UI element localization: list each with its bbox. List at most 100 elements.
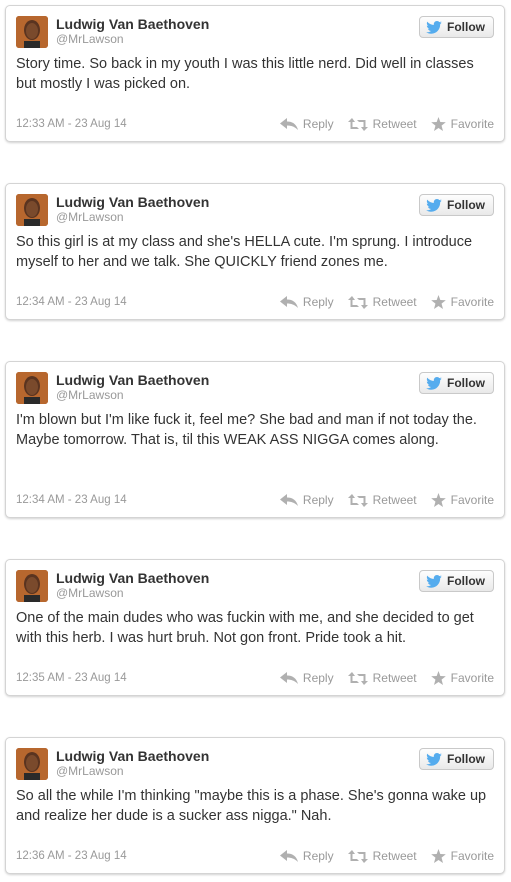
favorite-label: Favorite — [450, 493, 494, 507]
favorite-button[interactable]: Favorite — [430, 117, 494, 131]
display-name[interactable]: Ludwig Van Baethoven — [56, 570, 209, 586]
display-name[interactable]: Ludwig Van Baethoven — [56, 372, 209, 388]
tweet-text: Story time. So back in my youth I was th… — [16, 56, 474, 92]
timestamp[interactable]: 12:35 AM - 23 Aug 14 — [16, 672, 127, 684]
favorite-button[interactable]: Favorite — [430, 493, 494, 507]
display-name[interactable]: Ludwig Van Baethoven — [56, 16, 209, 32]
follow-label: Follow — [447, 574, 485, 588]
favorite-label: Favorite — [450, 295, 494, 309]
star-icon — [430, 295, 446, 309]
favorite-button[interactable]: Favorite — [430, 295, 494, 309]
follow-button[interactable]: Follow — [419, 372, 494, 394]
user-names: Ludwig Van Baethoven @MrLawson — [56, 570, 209, 600]
reply-button[interactable]: Reply — [279, 295, 334, 309]
tweet-footer: 12:33 AM - 23 Aug 14 Reply Retweet Favor… — [16, 117, 494, 133]
avatar[interactable] — [16, 748, 48, 780]
star-icon — [430, 671, 446, 685]
reply-button[interactable]: Reply — [279, 849, 334, 863]
tweet-card: Ludwig Van Baethoven @MrLawson Follow So… — [5, 737, 505, 874]
retweet-label: Retweet — [372, 295, 417, 309]
twitter-bird-icon — [426, 20, 442, 34]
retweet-icon — [347, 671, 368, 685]
follow-button[interactable]: Follow — [419, 570, 494, 592]
tweet-card: Ludwig Van Baethoven @MrLawson Follow I'… — [5, 361, 505, 518]
star-icon — [430, 493, 446, 507]
tweet-feed: Ludwig Van Baethoven @MrLawson Follow St… — [0, 0, 511, 882]
user-names: Ludwig Van Baethoven @MrLawson — [56, 372, 209, 402]
tweet-footer: 12:34 AM - 23 Aug 14 Reply Retweet Favor… — [16, 493, 494, 509]
reply-label: Reply — [302, 117, 334, 131]
avatar[interactable] — [16, 372, 48, 404]
tweet-card: Ludwig Van Baethoven @MrLawson Follow On… — [5, 559, 505, 696]
tweet-actions: Reply Retweet Favorite — [266, 295, 494, 309]
timestamp[interactable]: 12:36 AM - 23 Aug 14 — [16, 850, 127, 862]
tweet-actions: Reply Retweet Favorite — [266, 671, 494, 685]
tweet-actions: Reply Retweet Favorite — [266, 117, 494, 131]
retweet-icon — [347, 117, 368, 131]
follow-label: Follow — [447, 20, 485, 34]
twitter-bird-icon — [426, 752, 442, 766]
twitter-bird-icon — [426, 376, 442, 390]
favorite-label: Favorite — [450, 849, 494, 863]
tweet-header: Ludwig Van Baethoven @MrLawson Follow — [16, 16, 494, 50]
reply-button[interactable]: Reply — [279, 117, 334, 131]
twitter-bird-icon — [426, 574, 442, 588]
tweet-header: Ludwig Van Baethoven @MrLawson Follow — [16, 372, 494, 406]
reply-arrow-icon — [279, 494, 298, 506]
tweet-footer: 12:36 AM - 23 Aug 14 Reply Retweet Favor… — [16, 849, 494, 865]
reply-label: Reply — [302, 493, 334, 507]
follow-label: Follow — [447, 198, 485, 212]
reply-arrow-icon — [279, 296, 298, 308]
favorite-button[interactable]: Favorite — [430, 849, 494, 863]
reply-arrow-icon — [279, 118, 298, 130]
tweet-text: So this girl is at my class and she's HE… — [16, 234, 473, 270]
favorite-button[interactable]: Favorite — [430, 671, 494, 685]
user-handle[interactable]: @MrLawson — [56, 210, 209, 224]
tweet-card: Ludwig Van Baethoven @MrLawson Follow St… — [5, 5, 505, 142]
reply-label: Reply — [302, 295, 334, 309]
tweet-footer: 12:34 AM - 23 Aug 14 Reply Retweet Favor… — [16, 295, 494, 311]
tweet-footer: 12:35 AM - 23 Aug 14 Reply Retweet Favor… — [16, 671, 494, 687]
timestamp[interactable]: 12:33 AM - 23 Aug 14 — [16, 118, 127, 130]
tweet-header: Ludwig Van Baethoven @MrLawson Follow — [16, 570, 494, 604]
user-handle[interactable]: @MrLawson — [56, 32, 209, 46]
follow-button[interactable]: Follow — [419, 194, 494, 216]
tweet-actions: Reply Retweet Favorite — [266, 849, 494, 863]
reply-button[interactable]: Reply — [279, 671, 334, 685]
retweet-button[interactable]: Retweet — [347, 671, 417, 685]
tweet-header: Ludwig Van Baethoven @MrLawson Follow — [16, 748, 494, 782]
retweet-label: Retweet — [372, 493, 417, 507]
display-name[interactable]: Ludwig Van Baethoven — [56, 194, 209, 210]
reply-button[interactable]: Reply — [279, 493, 334, 507]
retweet-label: Retweet — [372, 117, 417, 131]
follow-button[interactable]: Follow — [419, 748, 494, 770]
retweet-label: Retweet — [372, 849, 417, 863]
follow-label: Follow — [447, 376, 485, 390]
user-names: Ludwig Van Baethoven @MrLawson — [56, 194, 209, 224]
tweet-text: One of the main dudes who was fuckin wit… — [16, 610, 474, 646]
follow-button[interactable]: Follow — [419, 16, 494, 38]
retweet-button[interactable]: Retweet — [347, 117, 417, 131]
user-handle[interactable]: @MrLawson — [56, 388, 209, 402]
retweet-button[interactable]: Retweet — [347, 849, 417, 863]
user-handle[interactable]: @MrLawson — [56, 764, 209, 778]
star-icon — [430, 117, 446, 131]
user-names: Ludwig Van Baethoven @MrLawson — [56, 748, 209, 778]
timestamp[interactable]: 12:34 AM - 23 Aug 14 — [16, 296, 127, 308]
timestamp[interactable]: 12:34 AM - 23 Aug 14 — [16, 494, 127, 506]
user-handle[interactable]: @MrLawson — [56, 586, 209, 600]
avatar[interactable] — [16, 16, 48, 48]
retweet-button[interactable]: Retweet — [347, 295, 417, 309]
reply-label: Reply — [302, 849, 334, 863]
reply-arrow-icon — [279, 850, 298, 862]
retweet-button[interactable]: Retweet — [347, 493, 417, 507]
avatar[interactable] — [16, 570, 48, 602]
tweet-text: So all the while I'm thinking "maybe thi… — [16, 788, 487, 824]
reply-label: Reply — [302, 671, 334, 685]
reply-arrow-icon — [279, 672, 298, 684]
display-name[interactable]: Ludwig Van Baethoven — [56, 748, 209, 764]
twitter-bird-icon — [426, 198, 442, 212]
follow-label: Follow — [447, 752, 485, 766]
favorite-label: Favorite — [450, 117, 494, 131]
avatar[interactable] — [16, 194, 48, 226]
